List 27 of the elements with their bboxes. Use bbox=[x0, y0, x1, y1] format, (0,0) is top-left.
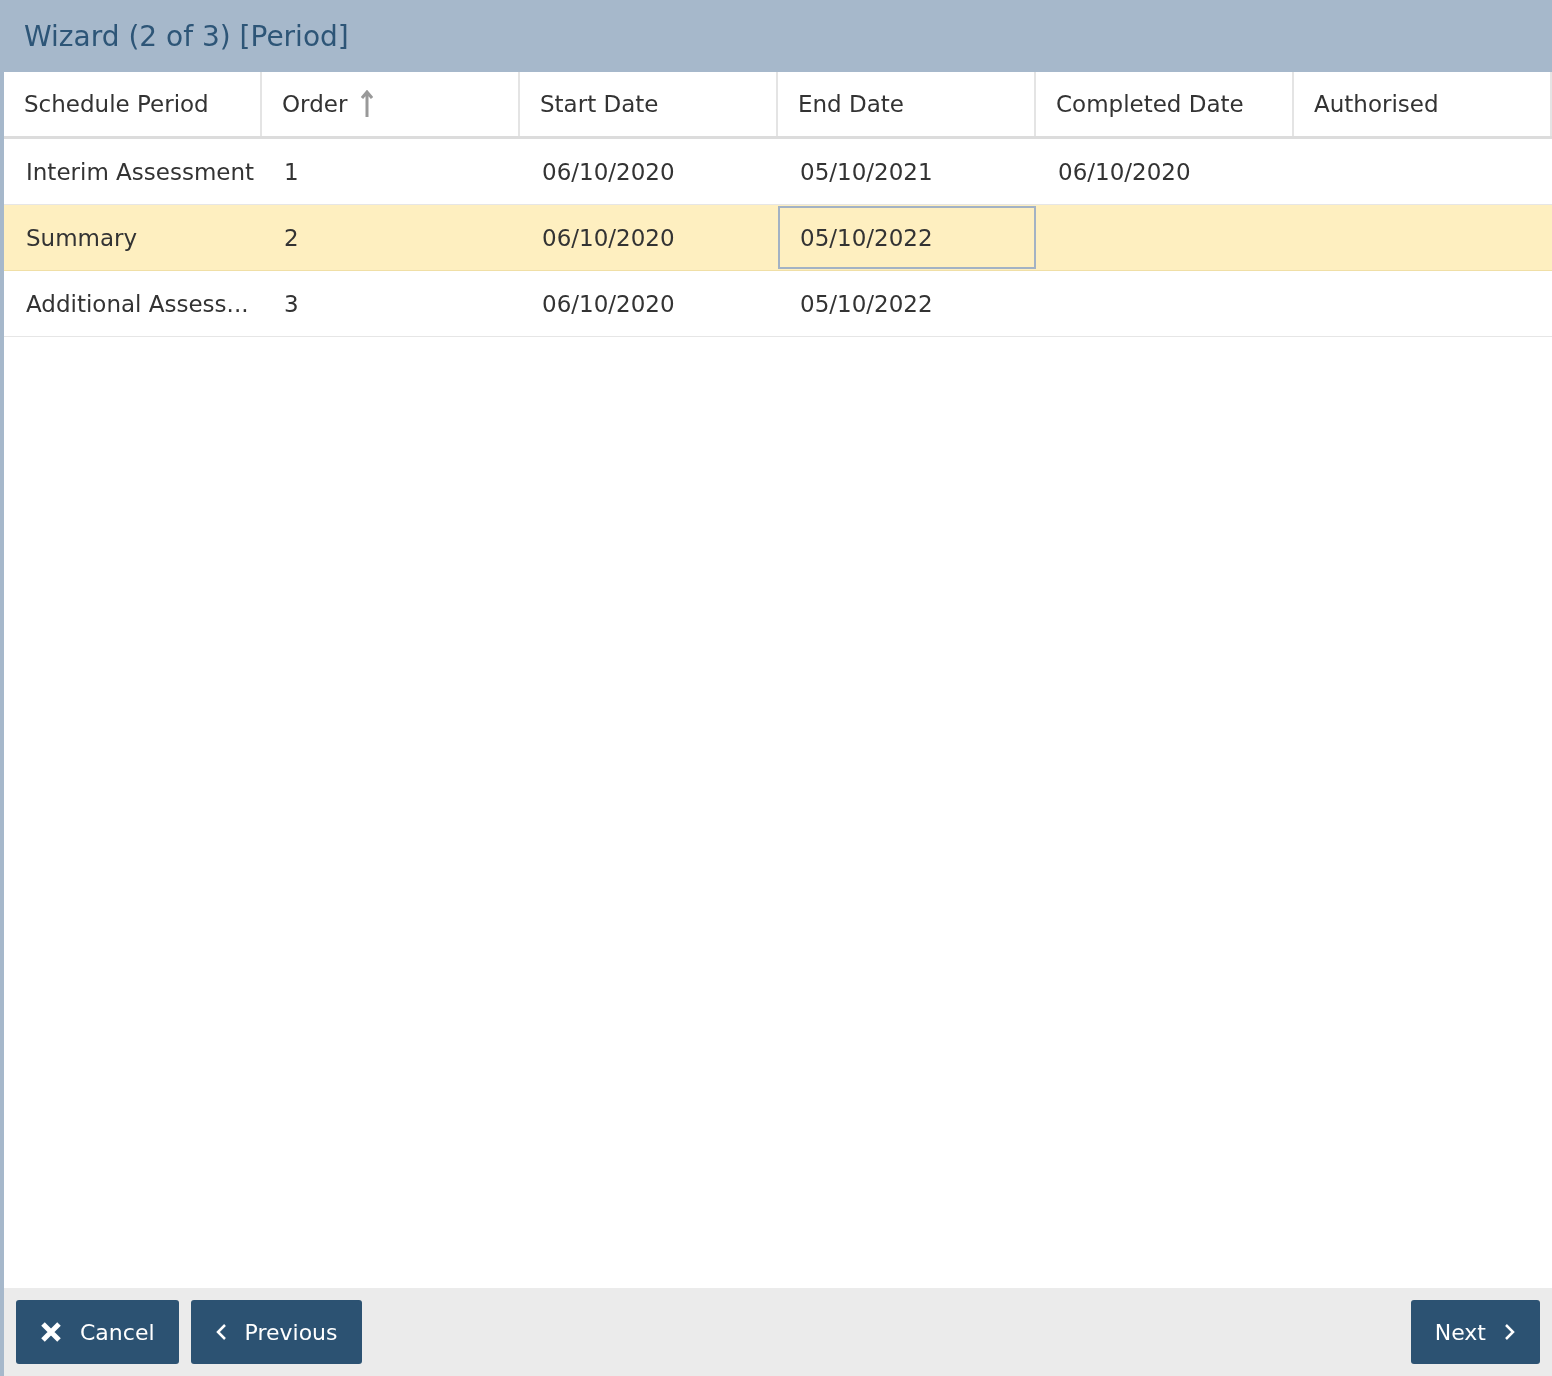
close-icon bbox=[40, 1321, 62, 1343]
table-cell-text: 06/10/2020 bbox=[541, 223, 676, 253]
cancel-button[interactable]: Cancel bbox=[16, 1300, 179, 1364]
table-cell-text: 05/10/2021 bbox=[799, 157, 934, 187]
table-cell-text: 06/10/2020 bbox=[1057, 157, 1192, 187]
table-cell: 05/10/2022 bbox=[778, 206, 1036, 269]
table-cell-text: 05/10/2022 bbox=[799, 289, 934, 319]
table-cell-text: 2 bbox=[283, 223, 300, 253]
column-header[interactable]: Schedule Period bbox=[4, 72, 262, 136]
table-cell-text: 3 bbox=[283, 289, 300, 319]
column-header[interactable]: End Date bbox=[778, 72, 1036, 136]
table-cell-text: 1 bbox=[283, 157, 300, 187]
chevron-left-icon bbox=[214, 1323, 227, 1341]
table-row[interactable]: Summary 2 06/10/2020 05/10/2022 bbox=[4, 205, 1552, 271]
chevron-right-icon bbox=[1504, 1323, 1516, 1341]
column-header[interactable]: Start Date bbox=[520, 72, 778, 136]
window-title: Wizard (2 of 3) [Period] bbox=[24, 19, 349, 53]
column-header[interactable]: Order bbox=[262, 72, 520, 136]
previous-button[interactable]: Previous bbox=[190, 1300, 362, 1364]
table-cell-text: Additional Assess... bbox=[25, 289, 250, 319]
table-cell-text: 06/10/2020 bbox=[541, 289, 676, 319]
column-header[interactable]: Completed Date bbox=[1036, 72, 1294, 136]
table-cell-text: 06/10/2020 bbox=[541, 157, 676, 187]
next-button[interactable]: Next bbox=[1410, 1300, 1540, 1364]
column-header[interactable]: Authorised bbox=[1294, 72, 1552, 136]
table-cell-text: Interim Assessment bbox=[25, 157, 256, 187]
table-cell-text: Summary bbox=[25, 223, 139, 253]
